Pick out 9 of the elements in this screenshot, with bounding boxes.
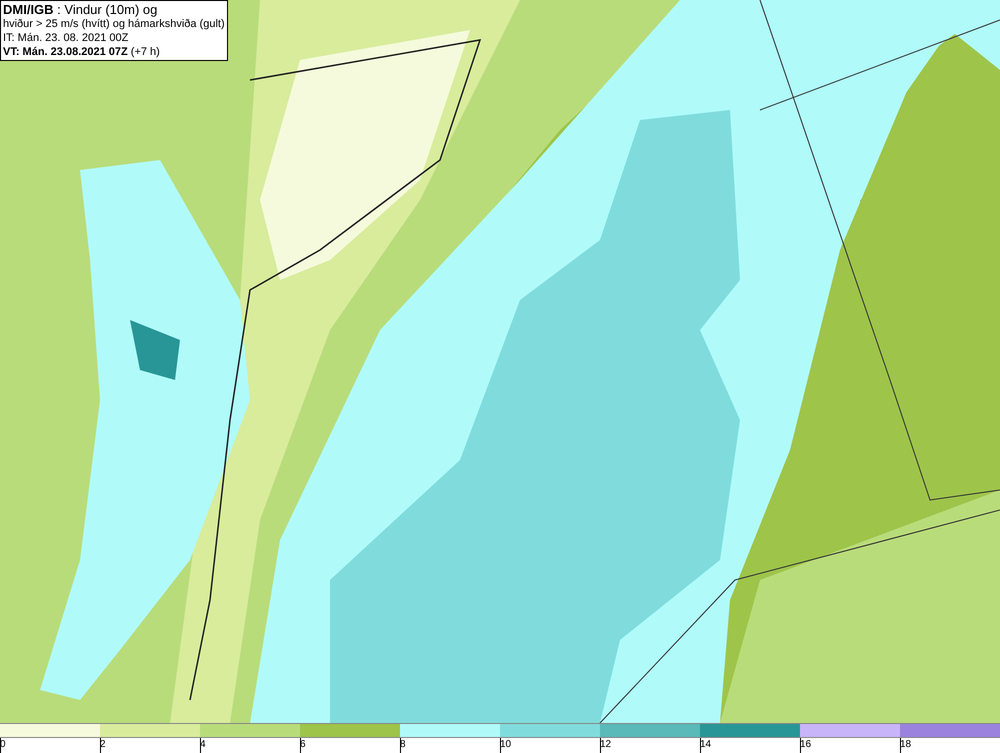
legend-label: 16 (800, 739, 812, 751)
legend-label: 18 (900, 739, 912, 751)
info-text: VT: Mán. 23.08.2021 07Z (+7 h) (3, 45, 161, 59)
info-text: DMI/IGB : Vindur (10m) og (3, 2, 158, 17)
info-text: IT: Mán. 23. 08. 2021 00Z (3, 31, 130, 45)
info-text: hviður > 25 m/s (hvítt) og hámarkshviða (gult) (3, 17, 225, 31)
legend-label: 12 (600, 739, 612, 751)
legend-label: 14 (700, 739, 712, 751)
legend-label: 10 (500, 739, 512, 751)
